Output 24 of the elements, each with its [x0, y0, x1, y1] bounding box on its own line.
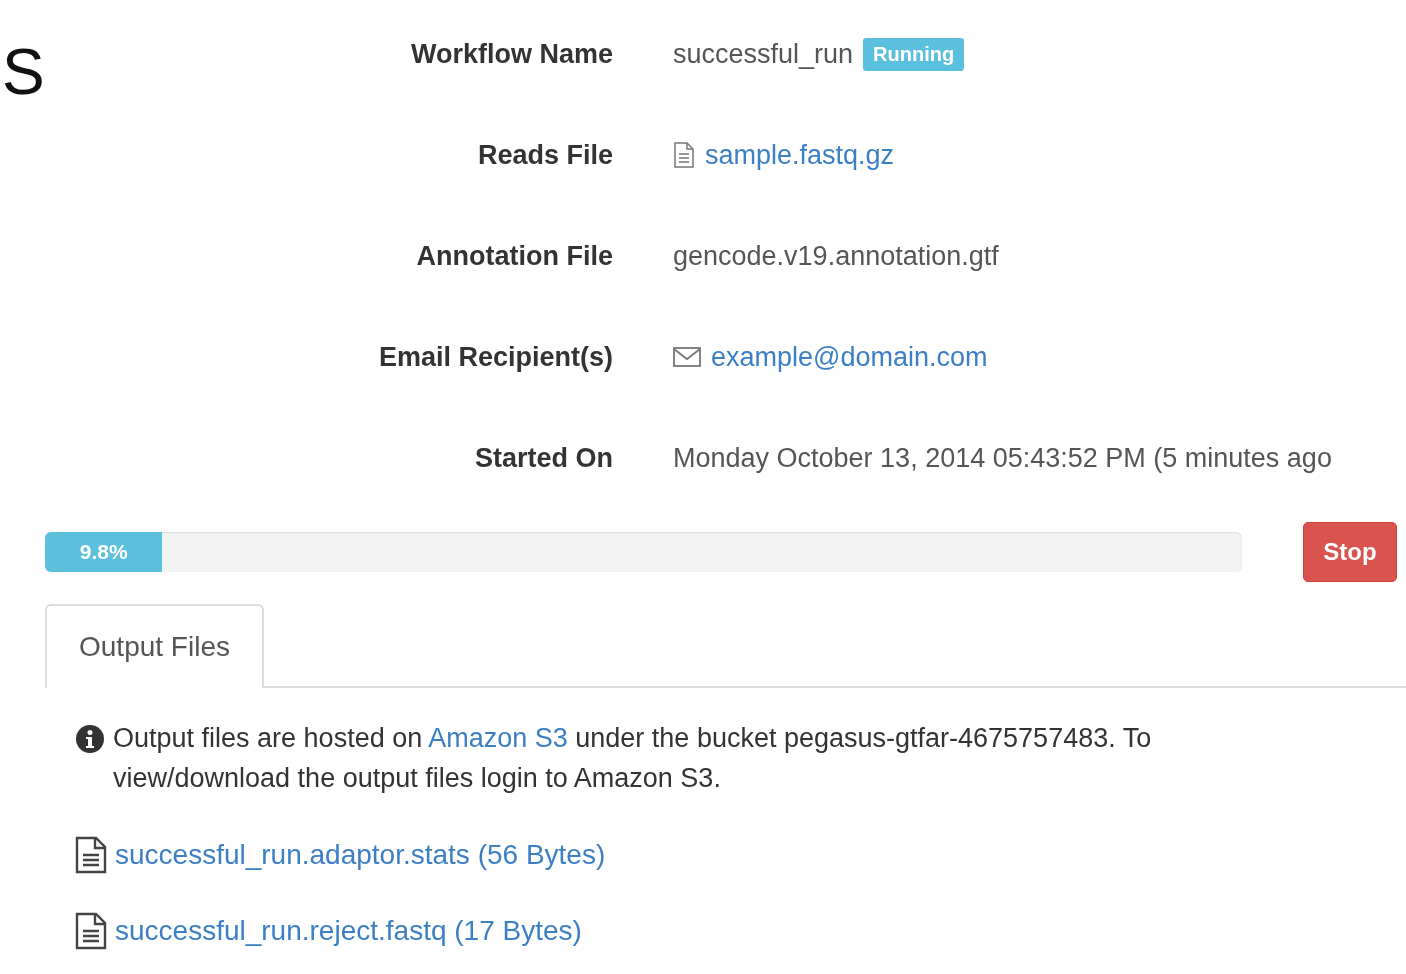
field-value: successful_run: [673, 38, 854, 70]
file-icon: [673, 142, 695, 168]
field-label: Reads File: [476, 139, 613, 172]
file-link[interactable]: successful_run.adaptor.stats (56 Bytes): [115, 839, 606, 871]
progress-fill: 9.8%: [45, 532, 163, 572]
file-link[interactable]: successful_run.reject.fastq (17 Bytes): [115, 915, 582, 947]
page-heading: S: [2, 40, 46, 104]
stop-button[interactable]: Stop: [1303, 522, 1397, 582]
envelope-icon: [673, 346, 701, 368]
file-icon: [75, 836, 107, 874]
tab[interactable]: Output Files: [45, 604, 264, 688]
file-link[interactable]: sample.fastq.gz: [705, 139, 895, 171]
field-value: Monday October 13, 2014 05:43:52 PM (5 minutes ago: [673, 442, 1332, 474]
file-icon: [75, 912, 107, 950]
field-label: Annotation File: [415, 240, 613, 273]
email-link[interactable]: example@domain.com: [711, 341, 988, 373]
status-badge: Running: [863, 37, 965, 71]
info-text: Output files are hosted on Amazon S3 under the bucket pegasus-gtfar-4675757483. To view/download the output files login to Amazon S3.: [113, 722, 1153, 795]
info-icon: [75, 724, 105, 754]
field-value: gencode.v19.annotation.gtf: [673, 240, 999, 272]
field-label: Workflow Name: [409, 38, 613, 71]
amazon-s3-link[interactable]: Amazon S3: [428, 723, 568, 753]
field-label: Email Recipient(s): [377, 341, 613, 374]
field-label: Started On: [473, 442, 613, 475]
